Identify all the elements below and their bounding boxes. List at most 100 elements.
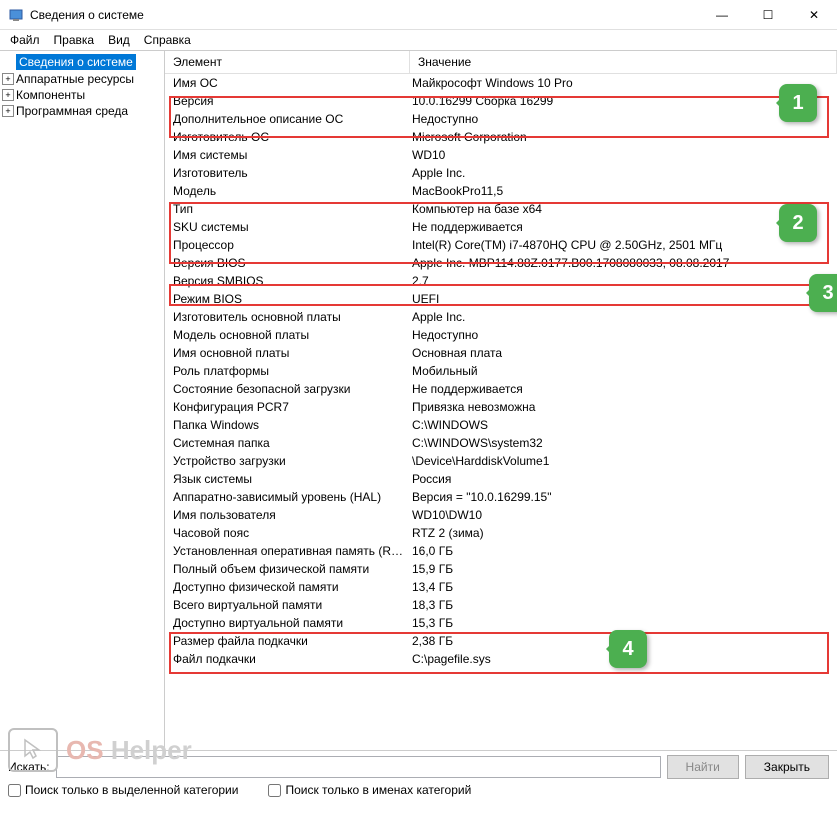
table-row[interactable]: Версия SMBIOS2.7: [165, 272, 837, 290]
cell-val: Apple Inc.: [410, 166, 837, 180]
cell-val: Не поддерживается: [410, 382, 837, 396]
find-button[interactable]: Найти: [667, 755, 739, 779]
table-row[interactable]: Состояние безопасной загрузкиНе поддержи…: [165, 380, 837, 398]
cell-key: Файл подкачки: [165, 652, 410, 666]
table-row[interactable]: Имя пользователяWD10\DW10: [165, 506, 837, 524]
table-row[interactable]: Файл подкачкиC:\pagefile.sys: [165, 650, 837, 668]
header-value[interactable]: Значение: [410, 51, 837, 73]
cell-val: 15,3 ГБ: [410, 616, 837, 630]
menu-view[interactable]: Вид: [102, 31, 136, 49]
check-names-label[interactable]: Поиск только в именах категорий: [268, 783, 471, 797]
table-row[interactable]: Конфигурация PCR7Привязка невозможна: [165, 398, 837, 416]
table-row[interactable]: SKU системыНе поддерживается: [165, 218, 837, 236]
menu-edit[interactable]: Правка: [48, 31, 101, 49]
table-row[interactable]: Всего виртуальной памяти18,3 ГБ: [165, 596, 837, 614]
cell-key: Режим BIOS: [165, 292, 410, 306]
check-category-label[interactable]: Поиск только в выделенной категории: [8, 783, 238, 797]
table-row[interactable]: Версия10.0.16299 Сборка 16299: [165, 92, 837, 110]
grid-header: Элемент Значение: [165, 51, 837, 74]
cell-key: Часовой пояс: [165, 526, 410, 540]
sidebar-item[interactable]: Сведения о системе: [0, 53, 164, 71]
expand-icon[interactable]: +: [2, 89, 14, 101]
cell-key: Процессор: [165, 238, 410, 252]
table-row[interactable]: Режим BIOSUEFI: [165, 290, 837, 308]
cell-key: Доступно физической памяти: [165, 580, 410, 594]
table-row[interactable]: Дополнительное описание ОСНедоступно: [165, 110, 837, 128]
cell-key: Модель: [165, 184, 410, 198]
cell-key: Тип: [165, 202, 410, 216]
cell-key: Аппаратно-зависимый уровень (HAL): [165, 490, 410, 504]
table-row[interactable]: ПроцессорIntel(R) Core(TM) i7-4870HQ CPU…: [165, 236, 837, 254]
sidebar-item[interactable]: +Аппаратные ресурсы: [0, 71, 164, 87]
table-row[interactable]: Модель основной платыНедоступно: [165, 326, 837, 344]
sidebar-item[interactable]: +Компоненты: [0, 87, 164, 103]
cell-key: Версия BIOS: [165, 256, 410, 270]
cell-val: Недоступно: [410, 328, 837, 342]
titlebar: Сведения о системе — ☐ ✕: [0, 0, 837, 30]
cell-key: Дополнительное описание ОС: [165, 112, 410, 126]
check-category[interactable]: [8, 784, 21, 797]
table-row[interactable]: Установленная оперативная память (RAM)16…: [165, 542, 837, 560]
table-row[interactable]: Имя системыWD10: [165, 146, 837, 164]
cell-val: WD10\DW10: [410, 508, 837, 522]
cell-val: Майкрософт Windows 10 Pro: [410, 76, 837, 90]
sidebar-item-label: Программная среда: [16, 104, 128, 118]
check-names[interactable]: [268, 784, 281, 797]
badge-2: 2: [779, 204, 817, 242]
menu-file[interactable]: Файл: [4, 31, 46, 49]
close-panel-button[interactable]: Закрыть: [745, 755, 829, 779]
rows-container: Имя ОСМайкрософт Windows 10 ProВерсия10.…: [165, 74, 837, 668]
minimize-button[interactable]: —: [699, 0, 745, 30]
expand-icon[interactable]: +: [2, 105, 14, 117]
cell-val: 16,0 ГБ: [410, 544, 837, 558]
main-panel: Элемент Значение Имя ОСМайкрософт Window…: [165, 51, 837, 750]
sidebar: Сведения о системе+Аппаратные ресурсы+Ко…: [0, 51, 165, 750]
cell-val: C:\WINDOWS: [410, 418, 837, 432]
cell-key: Полный объем физической памяти: [165, 562, 410, 576]
table-row[interactable]: МодельMacBookPro11,5: [165, 182, 837, 200]
table-row[interactable]: Доступно виртуальной памяти15,3 ГБ: [165, 614, 837, 632]
table-row[interactable]: Часовой поясRTZ 2 (зима): [165, 524, 837, 542]
table-row[interactable]: Устройство загрузки\Device\HarddiskVolum…: [165, 452, 837, 470]
check-row: Поиск только в выделенной категории Поис…: [8, 783, 829, 797]
window-title: Сведения о системе: [30, 8, 699, 22]
cell-val: MacBookPro11,5: [410, 184, 837, 198]
table-row[interactable]: Доступно физической памяти13,4 ГБ: [165, 578, 837, 596]
table-row[interactable]: Язык системыРоссия: [165, 470, 837, 488]
cell-key: Установленная оперативная память (RAM): [165, 544, 410, 558]
menu-help[interactable]: Справка: [138, 31, 197, 49]
cell-val: Microsoft Corporation: [410, 130, 837, 144]
cell-key: Размер файла подкачки: [165, 634, 410, 648]
sidebar-item-label: Компоненты: [16, 88, 85, 102]
table-row[interactable]: Имя ОСМайкрософт Windows 10 Pro: [165, 74, 837, 92]
cell-val: 15,9 ГБ: [410, 562, 837, 576]
table-row[interactable]: Роль платформыМобильный: [165, 362, 837, 380]
table-row[interactable]: Системная папкаC:\WINDOWS\system32: [165, 434, 837, 452]
table-row[interactable]: Изготовитель основной платыApple Inc.: [165, 308, 837, 326]
table-row[interactable]: Версия BIOSApple Inc. MBP114.88Z.0177.B0…: [165, 254, 837, 272]
close-button[interactable]: ✕: [791, 0, 837, 30]
cell-key: Имя ОС: [165, 76, 410, 90]
expand-icon[interactable]: +: [2, 73, 14, 85]
table-row[interactable]: ИзготовительApple Inc.: [165, 164, 837, 182]
cell-val: Россия: [410, 472, 837, 486]
cursor-icon: [8, 728, 58, 772]
table-row[interactable]: Размер файла подкачки2,38 ГБ: [165, 632, 837, 650]
table-row[interactable]: ТипКомпьютер на базе x64: [165, 200, 837, 218]
cell-key: Устройство загрузки: [165, 454, 410, 468]
watermark-logo: OS Helper: [8, 728, 192, 772]
cell-val: Недоступно: [410, 112, 837, 126]
table-row[interactable]: Имя основной платыОсновная плата: [165, 344, 837, 362]
table-row[interactable]: Полный объем физической памяти15,9 ГБ: [165, 560, 837, 578]
table-row[interactable]: Папка WindowsC:\WINDOWS: [165, 416, 837, 434]
maximize-button[interactable]: ☐: [745, 0, 791, 30]
cell-val: C:\WINDOWS\system32: [410, 436, 837, 450]
sidebar-item[interactable]: +Программная среда: [0, 103, 164, 119]
cell-key: Язык системы: [165, 472, 410, 486]
table-row[interactable]: Аппаратно-зависимый уровень (HAL)Версия …: [165, 488, 837, 506]
table-row[interactable]: Изготовитель ОСMicrosoft Corporation: [165, 128, 837, 146]
cell-key: Доступно виртуальной памяти: [165, 616, 410, 630]
cell-key: Модель основной платы: [165, 328, 410, 342]
header-element[interactable]: Элемент: [165, 51, 410, 73]
cell-key: Имя основной платы: [165, 346, 410, 360]
